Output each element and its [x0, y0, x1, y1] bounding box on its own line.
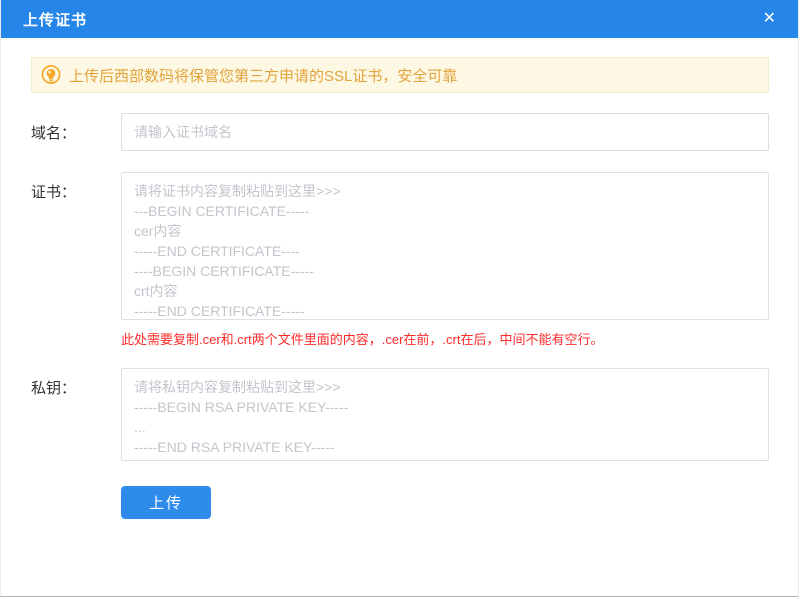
notice-banner: 上传后西部数码将保管您第三方申请的SSL证书，安全可靠 — [31, 57, 769, 93]
private-key-textarea[interactable] — [121, 368, 769, 461]
certificate-textarea[interactable] — [121, 172, 769, 320]
upload-certificate-dialog: 上传证书 ✕ 上传后西部数码将保管您第三方申请的SSL证书，安全可靠 域名： 请… — [0, 0, 799, 597]
domain-row: 域名： — [31, 113, 769, 151]
dialog-title: 上传证书 — [23, 11, 88, 29]
dialog-body: 上传后西部数码将保管您第三方申请的SSL证书，安全可靠 域名： 证书： 此处需要… — [1, 57, 798, 519]
close-icon[interactable]: ✕ — [763, 11, 776, 27]
dialog-titlebar: 上传证书 ✕ — [1, 0, 798, 38]
lightbulb-icon — [41, 64, 61, 86]
private-key-row: 私钥： — [31, 368, 769, 461]
certificate-hint: 此处需要复制.cer和.crt两个文件里面的内容，.cer在前，.crt在后，中… — [121, 332, 604, 347]
domain-label: 域名： — [31, 124, 77, 142]
private-key-label: 私钥： — [31, 380, 77, 397]
upload-button[interactable]: 上传 — [121, 486, 211, 519]
certificate-row: 证书： — [31, 172, 769, 320]
notice-text: 上传后西部数码将保管您第三方申请的SSL证书，安全可靠 — [69, 67, 458, 85]
certificate-label: 证书： — [31, 184, 77, 201]
domain-input[interactable] — [121, 113, 769, 151]
